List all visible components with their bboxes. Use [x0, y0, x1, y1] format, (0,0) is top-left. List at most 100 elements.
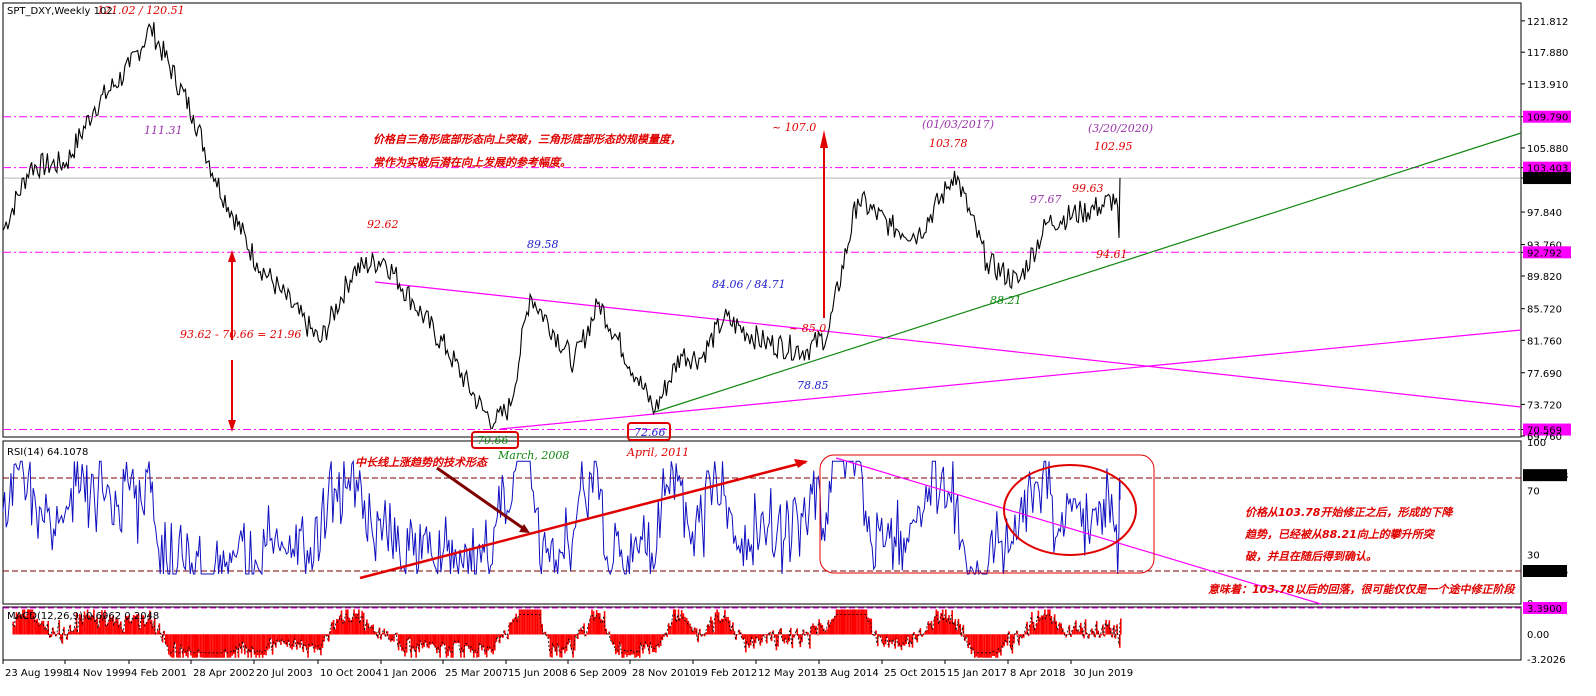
price-tick: 113.910: [1527, 80, 1568, 91]
macd-bar: [45, 629, 48, 635]
date-2020-label: (3/20/2020): [1088, 122, 1153, 135]
value-9767-label: 97.67: [1030, 193, 1062, 206]
macd-bar: [492, 634, 494, 655]
macd-bar: [891, 634, 893, 645]
macd-bar: [985, 634, 987, 658]
macd-bar: [1060, 623, 1062, 635]
x-axis: 23 Aug 199814 Nov 1999 4 Feb 2001 28 Apr 2…: [2, 660, 1133, 679]
price-tick: 117.880: [1527, 48, 1568, 59]
price-tick: 77.690: [1527, 369, 1562, 380]
macd-bar: [892, 634, 895, 641]
macd-bar: [445, 634, 448, 658]
price-tick: 73.720: [1527, 400, 1562, 411]
x-tick-label: 25 Oct 2015: [884, 668, 946, 679]
x-tick-label: 28 Nov 2010: [632, 668, 696, 679]
macd-bar: [597, 613, 600, 635]
macd-bar: [329, 631, 332, 635]
macd-bar: [900, 634, 903, 651]
macd-bar: [849, 609, 852, 635]
macd-bar: [600, 619, 603, 635]
low-2008-value: 70.66: [477, 434, 509, 447]
macd-bar: [983, 634, 986, 658]
macd-bar: [364, 630, 367, 635]
macd-bar: [827, 620, 830, 635]
macd-bar: [1052, 621, 1054, 635]
macd-bar: [716, 609, 718, 635]
macd-bar: [707, 624, 709, 635]
macd-bar: [618, 634, 620, 656]
rsi-cn-note-4: 意味着：103.78以后的回落，很可能仅仅是一个途中修正阶段: [1208, 583, 1516, 596]
macd-bar: [560, 634, 563, 658]
macd-bar: [812, 623, 814, 635]
macd-bar: [864, 609, 866, 635]
macd-bar: [551, 634, 553, 658]
rsi-highlight-box: [819, 454, 1155, 574]
macd-bar: [830, 619, 833, 635]
x-tick-label: 1 Jan 2006: [383, 668, 437, 679]
macd-bar: [711, 620, 714, 635]
macd-bar: [471, 634, 473, 651]
x-tick-label: 6 Sep 2009: [570, 668, 627, 679]
macd-bar: [868, 618, 871, 635]
macd-bar: [263, 634, 266, 655]
macd-bar: [362, 612, 365, 635]
macd-bar: [518, 609, 521, 635]
price-panel-frame: [2, 2, 1522, 438]
macd-bar: [487, 634, 490, 651]
macd-bar: [624, 634, 627, 655]
macd-bar: [245, 634, 248, 649]
macd-bar: [732, 622, 734, 635]
macd-bar: [401, 634, 403, 651]
macd-bar: [465, 634, 467, 647]
macd-bar: [533, 609, 535, 635]
macd-bar: [229, 634, 232, 658]
macd-bar: [234, 634, 237, 658]
macd-bar: [343, 621, 346, 635]
macd-bar: [536, 609, 539, 635]
macd-bar: [599, 613, 601, 635]
macd-bar: [778, 630, 781, 635]
macd-bar: [44, 626, 46, 635]
macd-bar: [461, 634, 464, 652]
macd-bar: [1037, 610, 1040, 635]
measure-label: 93.62 - 70.66 = 21.96: [180, 328, 301, 341]
macd-bar: [271, 634, 274, 655]
cn-note-line-1: 价格自三角形底部形态向上突破，三角形底部形态的规模量度，: [373, 133, 681, 146]
macd-bar: [991, 634, 994, 656]
macd-bar: [218, 634, 221, 658]
macd-bar: [291, 634, 293, 650]
macd-bar: [785, 634, 787, 640]
x-tick-label: 3 Aug 2014: [821, 668, 879, 679]
macd-bar: [56, 633, 59, 635]
macd-bar: [261, 634, 264, 658]
macd-bar: [588, 623, 590, 635]
macd-bar: [212, 634, 214, 658]
macd-bar: [68, 631, 70, 635]
macd-bar: [575, 634, 578, 636]
macd-bar: [580, 627, 582, 635]
macd-bar: [610, 634, 612, 641]
macd-bar: [837, 609, 839, 635]
macd-bar: [447, 634, 449, 656]
triangle-upper-line: [374, 281, 1522, 408]
macd-bar: [980, 634, 983, 658]
macd-bar: [677, 609, 680, 635]
macd-bar: [679, 618, 681, 635]
macd-bar: [281, 634, 284, 642]
macd-bar: [862, 609, 865, 635]
macd-bar: [685, 617, 688, 635]
macd-bar: [428, 634, 430, 649]
macd-bar: [964, 634, 966, 641]
macd-bar: [455, 634, 457, 644]
macd-bar: [482, 634, 485, 648]
macd-bar: [206, 634, 208, 658]
macd-bar: [444, 634, 446, 645]
macd-bar: [179, 634, 181, 658]
trend-value-label: 88.21: [990, 294, 1022, 307]
macd-bar: [940, 612, 942, 635]
macd-bar: [621, 634, 623, 658]
macd-bar: [927, 621, 930, 635]
macd-bar: [749, 634, 752, 646]
macd-bar: [957, 618, 960, 635]
macd-bar: [266, 634, 269, 651]
